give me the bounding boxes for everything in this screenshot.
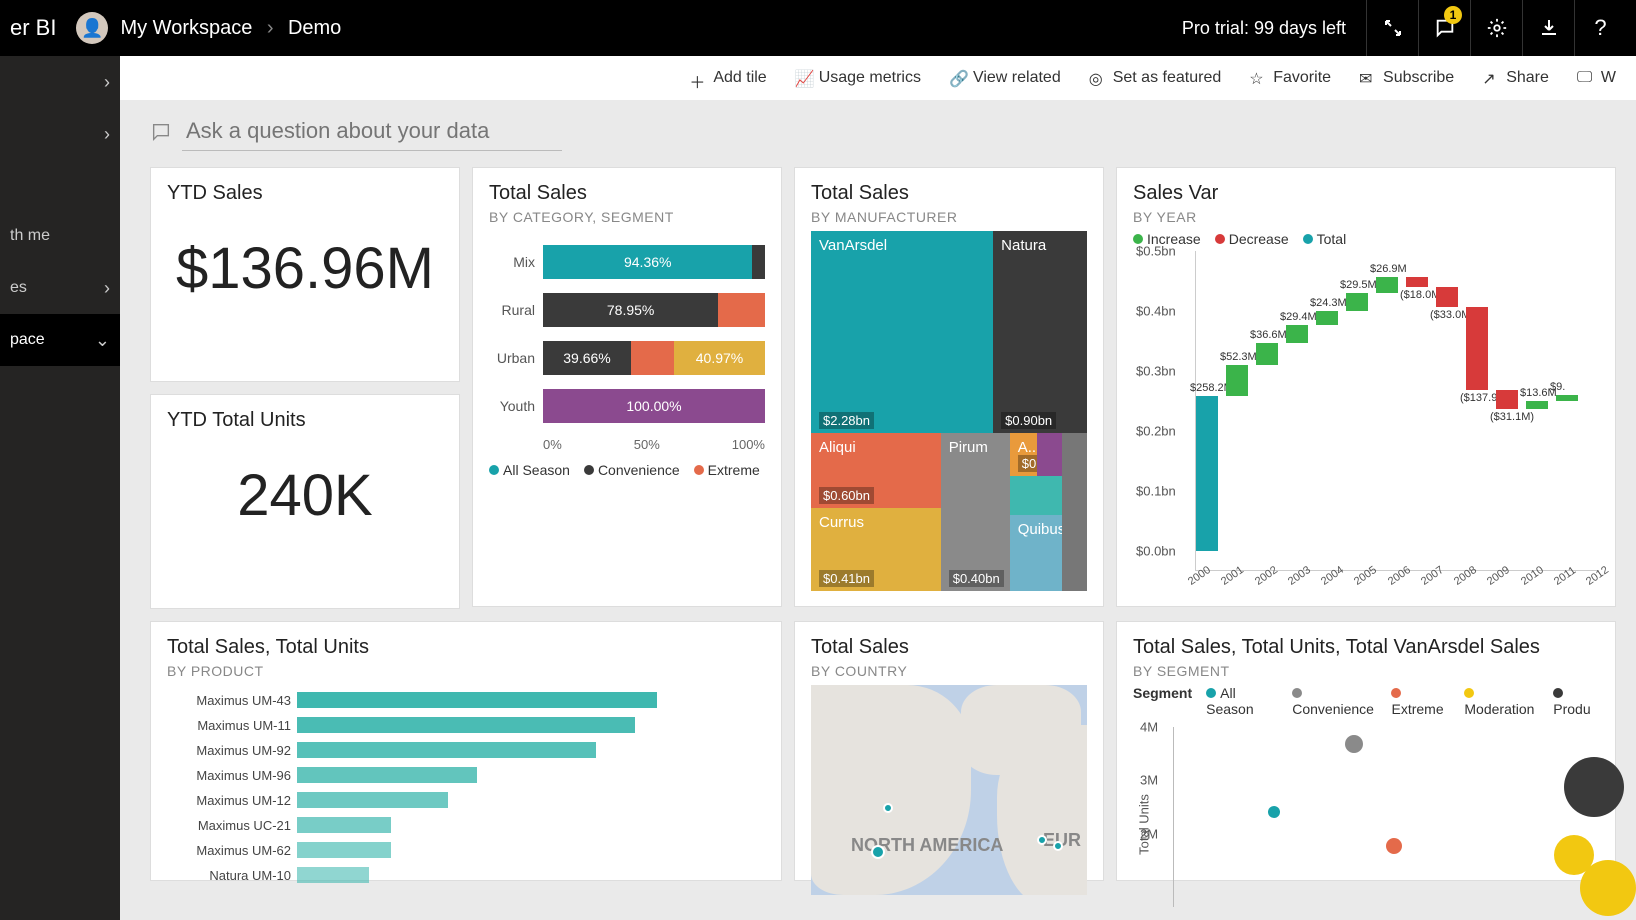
breadcrumb-separator: ›	[267, 17, 274, 39]
tile-subtitle: BY PRODUCT	[167, 663, 765, 679]
map-bubble	[871, 845, 885, 859]
tile-title: Total Sales, Total Units, Total VanArsde…	[1133, 636, 1599, 659]
favorite-button[interactable]: ☆Favorite	[1249, 69, 1331, 87]
download-button[interactable]	[1522, 0, 1574, 56]
tile-subtitle: BY YEAR	[1133, 209, 1599, 225]
tile-subtitle: BY MANUFACTURER	[811, 209, 1087, 225]
dashboard-toolbar: ＋Add tile 📈Usage metrics 🔗View related ◎…	[120, 56, 1636, 100]
tile-title: Total Sales	[811, 182, 1087, 205]
fullscreen-button[interactable]	[1366, 0, 1418, 56]
share-button[interactable]: ↗Share	[1482, 69, 1549, 87]
left-sidebar: › › th me es› pace⌄	[0, 56, 120, 920]
stacked-bar-chart: Mix94.36%Rural78.95%Urban39.66%40.97%You…	[489, 245, 765, 423]
tile-ytd-sales[interactable]: YTD Sales $136.96M	[150, 167, 460, 382]
tile-title: Total Sales	[811, 636, 1087, 659]
dashboard-canvas: YTD Sales $136.96M YTD Total Units 240K …	[120, 100, 1636, 920]
web-view-button[interactable]: 🖵W	[1577, 69, 1616, 87]
chevron-down-icon: ⌄	[95, 330, 110, 351]
scatter-chart: Total Units 4M3M2M	[1173, 727, 1599, 907]
map-bubble	[883, 803, 893, 813]
treemap-chart: VanArsdel$2.28bnNatura$0.90bnAliqui$0.60…	[811, 231, 1087, 591]
app-header: er BI 👤 My Workspace › Demo Pro trial: 9…	[0, 0, 1636, 56]
tile-sales-units-by-product[interactable]: Total Sales, Total Units BY PRODUCT Maxi…	[150, 621, 782, 881]
chevron-right-icon: ›	[104, 278, 110, 299]
tile-title: Sales Var	[1133, 182, 1599, 205]
chat-icon	[150, 121, 172, 143]
waterfall-chart: $0.5bn$0.4bn$0.3bn$0.2bn$0.1bn$0.0bn$258…	[1195, 251, 1599, 571]
settings-button[interactable]	[1470, 0, 1522, 56]
sidebar-item-workspaces[interactable]: es›	[0, 262, 120, 314]
tile-sales-by-country[interactable]: Total Sales BY COUNTRY NORTH AMERICA EUR	[794, 621, 1104, 881]
sidebar-item-2[interactable]: ›	[0, 108, 120, 160]
tile-title: YTD Sales	[167, 182, 443, 205]
tile-subtitle: BY SEGMENT	[1133, 663, 1599, 679]
breadcrumb-workspace[interactable]: My Workspace	[120, 17, 252, 39]
help-button[interactable]: ?	[1574, 0, 1626, 56]
chart-legend: Increase Decrease Total	[1133, 231, 1599, 247]
chevron-right-icon: ›	[104, 124, 110, 145]
add-tile-button[interactable]: ＋Add tile	[689, 69, 766, 87]
main-content: ＋Add tile 📈Usage metrics 🔗View related ◎…	[120, 56, 1636, 920]
user-avatar[interactable]: 👤	[76, 12, 108, 44]
help-fab-button[interactable]	[1580, 860, 1636, 916]
breadcrumb: My Workspace › Demo	[120, 17, 341, 40]
usage-metrics-button[interactable]: 📈Usage metrics	[795, 69, 921, 87]
kpi-value: $136.96M	[167, 235, 443, 302]
brand-text: er BI	[10, 15, 56, 41]
qna-input[interactable]	[182, 112, 562, 151]
notifications-button[interactable]: 1	[1418, 0, 1470, 56]
sidebar-item-1[interactable]: ›	[0, 56, 120, 108]
map-bubble	[1053, 841, 1063, 851]
tile-sales-by-category-segment[interactable]: Total Sales BY CATEGORY, SEGMENT Mix94.3…	[472, 167, 782, 607]
notification-badge: 1	[1444, 6, 1462, 24]
sidebar-item-shared[interactable]: th me	[0, 210, 120, 262]
tile-ytd-units[interactable]: YTD Total Units 240K	[150, 394, 460, 609]
tile-sales-var-by-year[interactable]: Sales Var BY YEAR Increase Decrease Tota…	[1116, 167, 1616, 607]
map-bubble	[1037, 835, 1047, 845]
tile-title: YTD Total Units	[167, 409, 443, 432]
chevron-right-icon: ›	[104, 72, 110, 93]
qna-bar	[150, 112, 1616, 151]
tile-title: Total Sales, Total Units	[167, 636, 765, 659]
map-chart: NORTH AMERICA EUR	[811, 685, 1087, 895]
tile-subtitle: BY CATEGORY, SEGMENT	[489, 209, 765, 225]
sidebar-item-myworkspace[interactable]: pace⌄	[0, 314, 120, 366]
chart-legend: Segment All Season Convenience Extreme M…	[1133, 685, 1599, 717]
tile-title: Total Sales	[489, 182, 765, 205]
set-featured-button[interactable]: ◎Set as featured	[1089, 69, 1222, 87]
tile-subtitle: BY COUNTRY	[811, 663, 1087, 679]
tile-sales-by-manufacturer[interactable]: Total Sales BY MANUFACTURER VanArsdel$2.…	[794, 167, 1104, 607]
chart-legend: All Season Convenience Extreme	[489, 462, 765, 478]
subscribe-button[interactable]: ✉Subscribe	[1359, 69, 1454, 87]
view-related-button[interactable]: 🔗View related	[949, 69, 1061, 87]
tile-scatter-by-segment[interactable]: Total Sales, Total Units, Total VanArsde…	[1116, 621, 1616, 881]
trial-status: Pro trial: 99 days left	[1182, 18, 1346, 39]
breadcrumb-page[interactable]: Demo	[288, 17, 341, 39]
kpi-value: 240K	[167, 462, 443, 529]
horizontal-bar-chart: Maximus UM-43Maximus UM-11Maximus UM-92M…	[167, 689, 765, 886]
x-axis: 0%50%100%	[543, 437, 765, 452]
